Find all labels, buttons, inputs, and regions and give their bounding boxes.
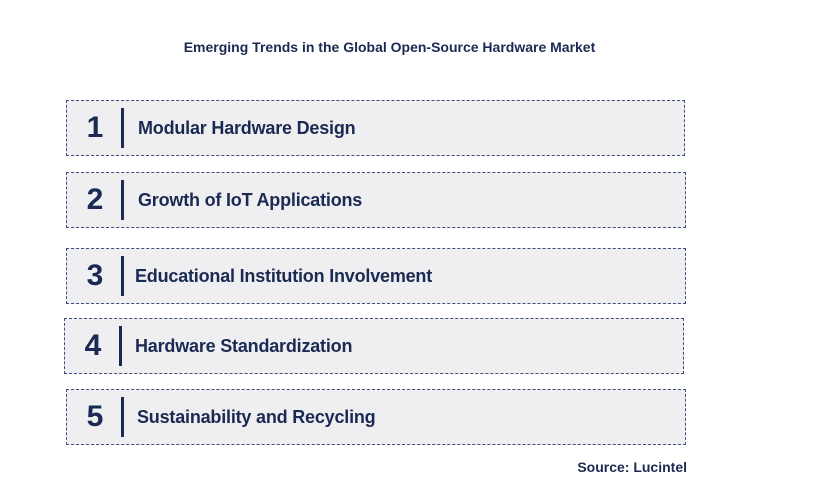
trend-divider (121, 108, 124, 148)
trend-number: 5 (86, 400, 104, 433)
trend-divider (121, 256, 124, 296)
trend-label: Educational Institution Involvement (135, 265, 433, 286)
trend-item-3: 3 Educational Institution Involvement (66, 248, 686, 304)
trend-divider (121, 180, 124, 220)
trend-label: Hardware Standardization (135, 335, 353, 356)
trend-divider (121, 397, 124, 437)
trend-item-4: 4 Hardware Standardization (64, 318, 684, 374)
diagram-title: Emerging Trends in the Global Open-Sourc… (183, 39, 596, 55)
trend-divider (119, 326, 122, 366)
trend-item-5: 5 Sustainability and Recycling (66, 389, 686, 445)
trend-label: Modular Hardware Design (138, 117, 356, 138)
trend-number: 4 (84, 329, 102, 362)
trend-label: Sustainability and Recycling (137, 406, 376, 427)
trend-number: 3 (86, 259, 104, 292)
trend-label: Growth of IoT Applications (138, 189, 363, 210)
trend-item-1: 1 Modular Hardware Design (66, 100, 685, 156)
trend-number: 1 (86, 111, 104, 144)
trend-number: 2 (86, 183, 104, 216)
trend-item-2: 2 Growth of IoT Applications (66, 172, 686, 228)
source-note: Source: Lucintel (577, 459, 687, 475)
